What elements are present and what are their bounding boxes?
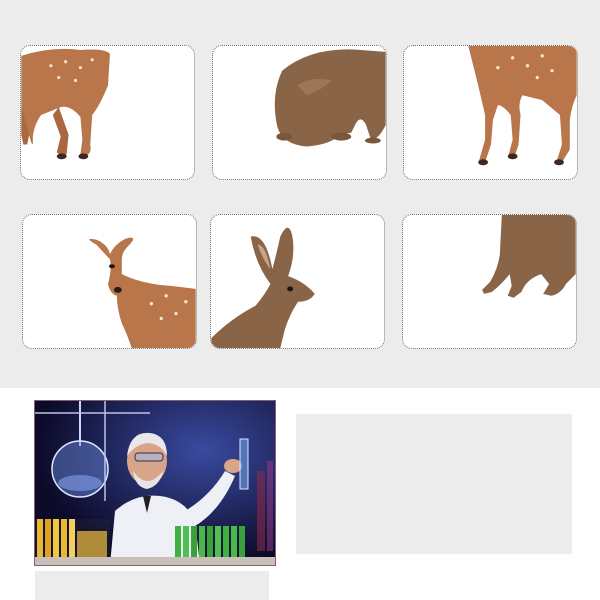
gallery-tile-hare-head[interactable] — [210, 214, 385, 349]
hare-figurine-image — [482, 215, 576, 298]
fawn-figurine-image — [89, 237, 196, 348]
deer-figurine-image — [21, 48, 110, 160]
placeholder-strip — [35, 571, 269, 600]
gallery-tile-deer-top[interactable] — [20, 45, 195, 180]
gallery-tile-deer-side[interactable] — [403, 45, 578, 180]
gallery-tile-hare-legs[interactable] — [402, 214, 577, 349]
product-gallery-panel — [0, 0, 600, 388]
gallery-tile-hare-crouching[interactable] — [212, 45, 387, 180]
deer-figurine-image — [468, 46, 577, 166]
hare-figurine-image — [211, 227, 315, 348]
hare-figurine-image — [274, 49, 386, 147]
laboratory-photo — [34, 400, 276, 566]
placeholder-block — [296, 414, 572, 554]
gallery-tile-fawn-head[interactable] — [22, 214, 197, 349]
